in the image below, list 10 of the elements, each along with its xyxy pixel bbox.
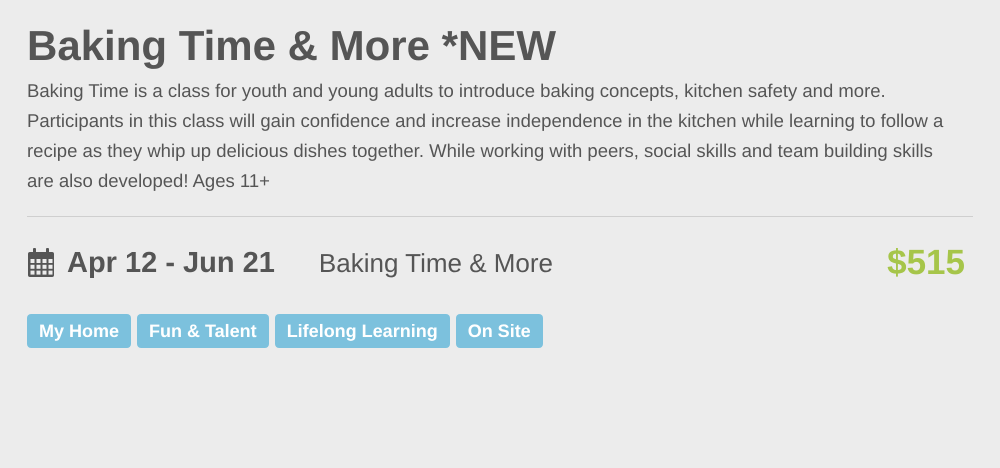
class-description: Baking Time is a class for youth and young adults to introduce baking concepts, kitchen safety and more. Participants in this class will gain confidence and increase independence in the kitchen while learning to follow a recipe as they whip up delicious dishes together. While working with peers, social skills and team building skills are also developed! Ages 11+ [27,79,944,193]
session-dates: Apr 12 - Jun 21 [67,246,275,280]
category-tag: Fun & Talent [137,314,269,348]
session-price: $515 [887,242,965,284]
calendar-icon [27,248,55,278]
category-tag: Lifelong Learning [274,314,450,348]
class-title: Baking Time & More *NEW [27,22,557,70]
category-tag: On Site [456,314,543,348]
session-name: Baking Time & More [318,246,553,280]
category-tag: My Home [27,314,132,348]
